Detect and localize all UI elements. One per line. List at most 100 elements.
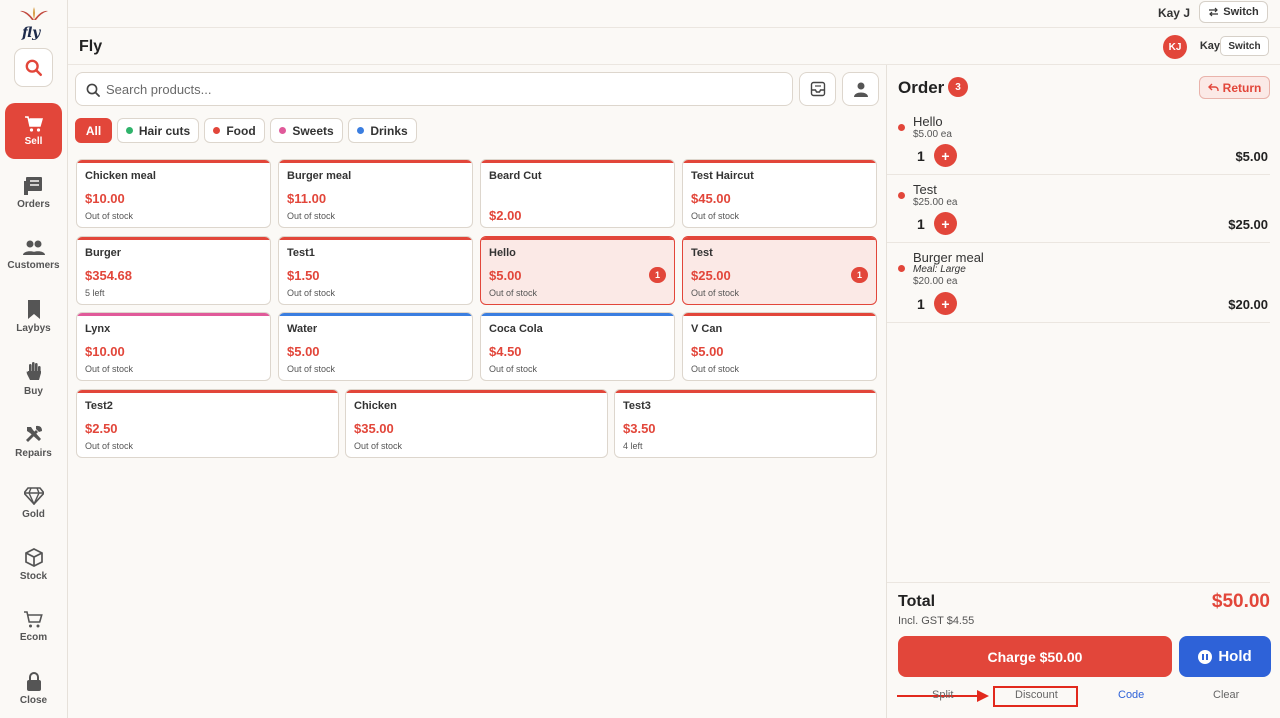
product-card-test3[interactable]: Test3 $3.50 4 left xyxy=(614,389,877,458)
product-price: $354.68 xyxy=(85,268,132,283)
sidebar-item-ecom[interactable]: Ecom xyxy=(5,599,62,655)
sidebar-item-sell[interactable]: Sell xyxy=(5,103,62,159)
inbox-button[interactable] xyxy=(799,72,836,106)
order-line-item[interactable]: Test $25.00 ea 1 + $25.00 xyxy=(887,175,1270,243)
order-item-total: $5.00 xyxy=(1235,149,1268,164)
header-switch-button[interactable]: Switch xyxy=(1220,36,1269,56)
sidebar-item-laybys[interactable]: Laybys xyxy=(5,289,62,345)
product-card-water[interactable]: Water $5.00 Out of stock xyxy=(278,312,473,381)
increment-button[interactable]: + xyxy=(934,144,957,167)
sidebar-item-close[interactable]: Close xyxy=(5,661,62,717)
category-chip-sweets[interactable]: Sweets xyxy=(270,118,343,143)
lock-icon xyxy=(26,672,41,691)
product-price: $1.50 xyxy=(287,268,320,283)
product-name: Chicken xyxy=(354,400,397,412)
sidebar-item-repairs[interactable]: Repairs xyxy=(5,413,62,469)
order-title: Order xyxy=(898,78,945,97)
product-price: $3.50 xyxy=(623,421,656,436)
customer-button[interactable] xyxy=(842,72,879,106)
product-card-v-can[interactable]: V Can $5.00 Out of stock xyxy=(682,312,877,381)
return-button[interactable]: Return xyxy=(1199,76,1270,99)
search-input[interactable] xyxy=(106,79,766,99)
switch-user-button[interactable]: Switch xyxy=(1199,1,1268,23)
sidebar-item-gold[interactable]: Gold xyxy=(5,475,62,531)
product-search xyxy=(75,72,793,106)
product-card-lynx[interactable]: Lynx $10.00 Out of stock xyxy=(76,312,271,381)
product-name: Coca Cola xyxy=(489,323,543,335)
product-card-coca-cola[interactable]: Coca Cola $4.50 Out of stock xyxy=(480,312,675,381)
product-name: Chicken meal xyxy=(85,170,156,182)
product-card-test1[interactable]: Test1 $1.50 Out of stock xyxy=(278,236,473,305)
sidebar-item-label: Sell xyxy=(24,135,43,147)
product-card-beard-cut[interactable]: Beard Cut $2.00 xyxy=(480,159,675,228)
product-card-chicken-meal[interactable]: Chicken meal $10.00 Out of stock xyxy=(76,159,271,228)
product-name: Lynx xyxy=(85,323,111,335)
order-item-qty[interactable]: 1 xyxy=(917,148,925,164)
order-line-item[interactable]: Hello $5.00 ea 1 + $5.00 xyxy=(887,107,1270,175)
charge-button[interactable]: Charge $50.00 xyxy=(898,636,1172,677)
item-dot xyxy=(898,265,905,272)
product-stock: Out of stock xyxy=(85,441,134,451)
box-icon xyxy=(24,548,43,567)
order-item-modifier: Meal: Large xyxy=(913,264,966,275)
product-price: $5.00 xyxy=(489,268,522,283)
chip-label: Drinks xyxy=(370,123,408,138)
product-card-hello[interactable]: Hello $5.00 Out of stock 1 xyxy=(480,236,675,305)
sidebar-item-stock[interactable]: Stock xyxy=(5,537,62,593)
tools-icon xyxy=(25,425,42,442)
sidebar-item-label: Close xyxy=(19,695,48,706)
sidebar-item-orders[interactable]: Orders xyxy=(5,165,62,221)
product-card-chicken[interactable]: Chicken $35.00 Out of stock xyxy=(345,389,608,458)
product-card-test[interactable]: Test $25.00 Out of stock 1 xyxy=(682,236,877,305)
search-icon xyxy=(86,83,100,97)
order-item-qty[interactable]: 1 xyxy=(917,296,925,312)
product-stock: Out of stock xyxy=(354,441,403,451)
split-button[interactable]: Split xyxy=(932,689,953,701)
category-chip-food[interactable]: Food xyxy=(204,118,265,143)
category-chip-drinks[interactable]: Drinks xyxy=(348,118,417,143)
chip-label: Hair cuts xyxy=(138,123,191,138)
category-chip-all[interactable]: All xyxy=(75,118,112,143)
product-name: Test1 xyxy=(287,247,315,259)
category-color-bar xyxy=(77,390,338,393)
discount-button[interactable]: Discount xyxy=(1015,689,1058,701)
page-title: Fly xyxy=(79,38,103,55)
product-price: $2.50 xyxy=(85,421,118,436)
order-item-total: $20.00 xyxy=(1228,297,1268,312)
sidebar-item-buy[interactable]: Buy xyxy=(5,351,62,407)
category-chip-hair-cuts[interactable]: Hair cuts xyxy=(117,118,199,143)
gst-amount: Incl. GST $4.55 xyxy=(898,615,975,627)
product-card-test2[interactable]: Test2 $2.50 Out of stock xyxy=(76,389,339,458)
app-logo[interactable]: fly xyxy=(18,6,50,41)
order-line-item[interactable]: Burger meal Meal: Large $20.00 ea 1 + $2… xyxy=(887,243,1270,323)
clear-button[interactable]: Clear xyxy=(1213,689,1239,701)
increment-button[interactable]: + xyxy=(934,212,957,235)
sidebar-item-label: Orders xyxy=(17,198,50,210)
product-price: $5.00 xyxy=(287,344,320,359)
code-button[interactable]: Code xyxy=(1118,689,1144,701)
product-price: $35.00 xyxy=(354,421,394,436)
category-dot xyxy=(279,127,287,134)
sidebar-item-label: Laybys xyxy=(16,323,51,334)
sidebar-search-button[interactable] xyxy=(14,48,53,87)
sidebar-item-customers[interactable]: Customers xyxy=(5,227,62,283)
product-card-burger[interactable]: Burger $354.68 5 left xyxy=(76,236,271,305)
switch-label: Switch xyxy=(1223,6,1259,18)
product-stock: Out of stock xyxy=(489,364,538,374)
product-name: Burger meal xyxy=(287,170,352,182)
order-item-each: $20.00 ea xyxy=(913,276,958,287)
pause-icon xyxy=(1198,649,1213,664)
avatar[interactable]: KJ xyxy=(1163,35,1187,59)
order-item-qty[interactable]: 1 xyxy=(917,216,925,232)
product-card-test-haircut[interactable]: Test Haircut $45.00 Out of stock xyxy=(682,159,877,228)
swap-icon xyxy=(1209,7,1219,17)
hold-button[interactable]: Hold xyxy=(1179,636,1271,677)
total-amount: $50.00 xyxy=(1211,591,1270,612)
product-price: $10.00 xyxy=(85,191,125,206)
product-card-burger-meal[interactable]: Burger meal $11.00 Out of stock xyxy=(278,159,473,228)
users-icon xyxy=(22,240,45,255)
increment-button[interactable]: + xyxy=(934,292,957,315)
cart-qty-badge: 1 xyxy=(851,267,868,283)
sidebar-item-label: Ecom xyxy=(19,632,48,643)
category-color-bar xyxy=(279,237,472,240)
